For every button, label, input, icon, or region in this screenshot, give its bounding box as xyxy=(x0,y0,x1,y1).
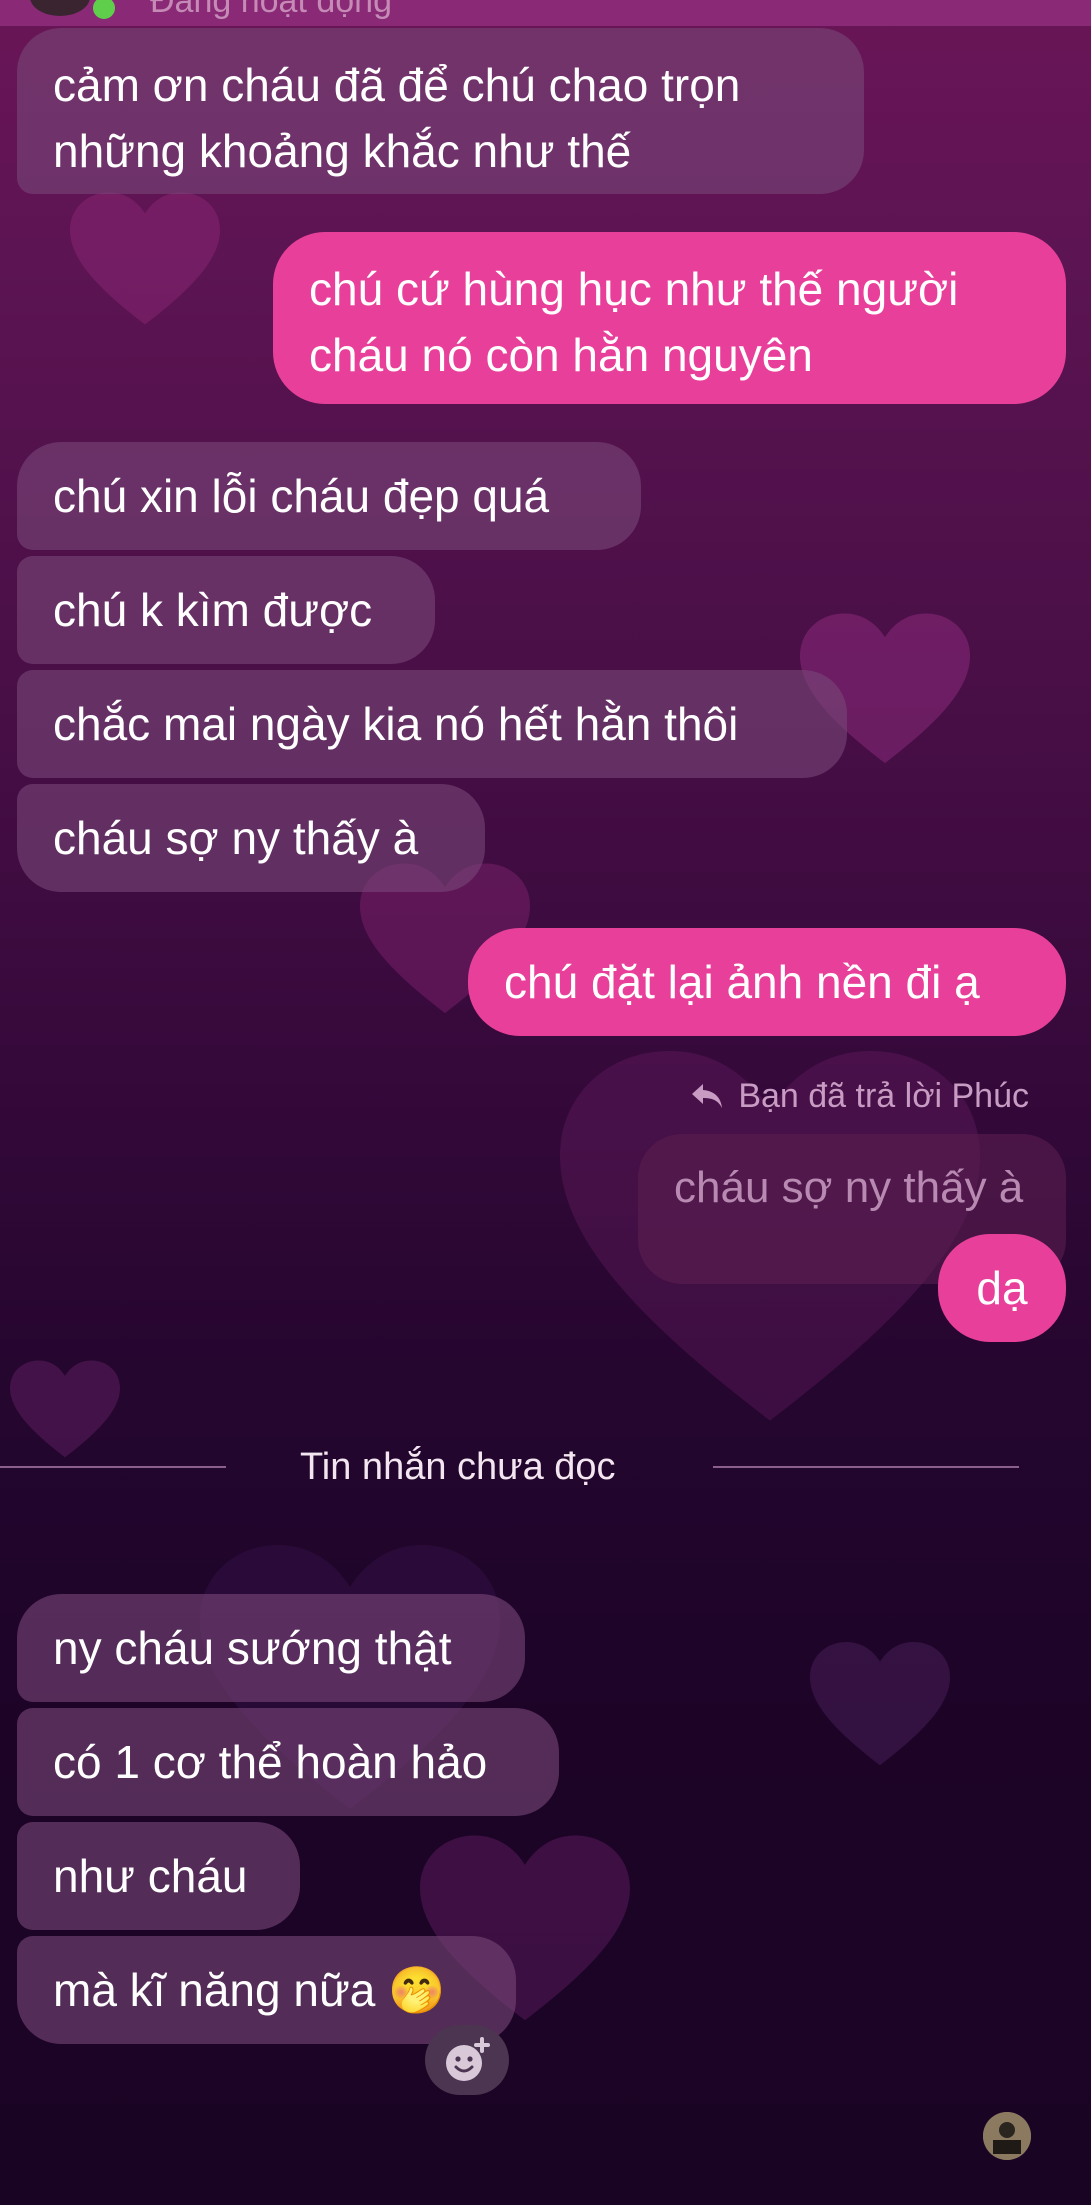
reply-note-text: Bạn đã trả lời Phúc xyxy=(738,1077,1029,1115)
incoming-message[interactable]: chắc mai ngày kia nó hết hằn thôi xyxy=(17,670,847,778)
message-text-line: cháu nó còn hằn nguyên xyxy=(309,329,813,381)
divider-line-right xyxy=(713,1466,1019,1468)
outgoing-message[interactable]: dạ xyxy=(938,1234,1066,1342)
heart-decoration-icon xyxy=(810,1642,950,1766)
quoted-message-text: cháu sợ ny thấy à xyxy=(674,1163,1024,1212)
message-text: chắc mai ngày kia nó hết hằn thôi xyxy=(53,698,739,750)
incoming-message[interactable]: cảm ơn cháu đã để chú chao trọn những kh… xyxy=(17,28,864,194)
add-reaction-button[interactable] xyxy=(425,2025,509,2095)
message-text: ny cháu sướng thật xyxy=(53,1622,452,1674)
incoming-message[interactable]: chú xin lỗi cháu đẹp quá xyxy=(17,442,641,550)
message-text: như cháu xyxy=(53,1850,248,1902)
outgoing-message[interactable]: chú cứ hùng hục như thế người cháu nó cò… xyxy=(273,232,1066,404)
heart-decoration-icon xyxy=(10,1360,120,1458)
unread-divider-label: Tin nhắn chưa đọc xyxy=(300,1446,616,1488)
seen-avatar xyxy=(983,2112,1031,2160)
incoming-message[interactable]: cháu sợ ny thấy à xyxy=(17,784,485,892)
incoming-message[interactable]: ny cháu sướng thật xyxy=(17,1594,525,1702)
online-status-dot xyxy=(90,0,118,22)
message-text-line: những khoảng khắc như thế xyxy=(53,125,632,177)
message-text: dạ xyxy=(976,1262,1028,1314)
outgoing-message[interactable]: chú đặt lại ảnh nền đi ạ xyxy=(468,928,1066,1036)
reply-arrow-icon xyxy=(692,1084,723,1108)
active-status-text: Đang hoạt động xyxy=(150,0,392,20)
message-text-line: cảm ơn cháu đã để chú chao trọn xyxy=(53,59,741,111)
chat-header: Đang hoạt động xyxy=(0,0,1091,26)
message-text: chú xin lỗi cháu đẹp quá xyxy=(53,470,550,522)
avatar-image-icon xyxy=(983,2112,1031,2160)
message-text: chú đặt lại ảnh nền đi ạ xyxy=(504,956,980,1008)
incoming-message[interactable]: như cháu xyxy=(17,1822,300,1930)
divider-line-left xyxy=(0,1466,226,1468)
reply-indicator: Bạn đã trả lời Phúc xyxy=(690,1072,1029,1120)
message-text-line: chú cứ hùng hục như thế người xyxy=(309,263,959,315)
contact-avatar[interactable] xyxy=(30,0,90,16)
add-reaction-icon xyxy=(446,2037,490,2081)
incoming-message[interactable]: chú k kìm được xyxy=(17,556,435,664)
heart-decoration-icon xyxy=(70,192,220,325)
incoming-message[interactable]: mà kĩ năng nữa 🤭 xyxy=(17,1936,516,2044)
message-text: chú k kìm được xyxy=(53,584,373,636)
message-text: mà kĩ năng nữa 🤭 xyxy=(53,1964,446,2016)
message-text: cháu sợ ny thấy à xyxy=(53,812,419,864)
message-text: có 1 cơ thể hoàn hảo xyxy=(53,1736,488,1788)
incoming-message[interactable]: có 1 cơ thể hoàn hảo xyxy=(17,1708,559,1816)
